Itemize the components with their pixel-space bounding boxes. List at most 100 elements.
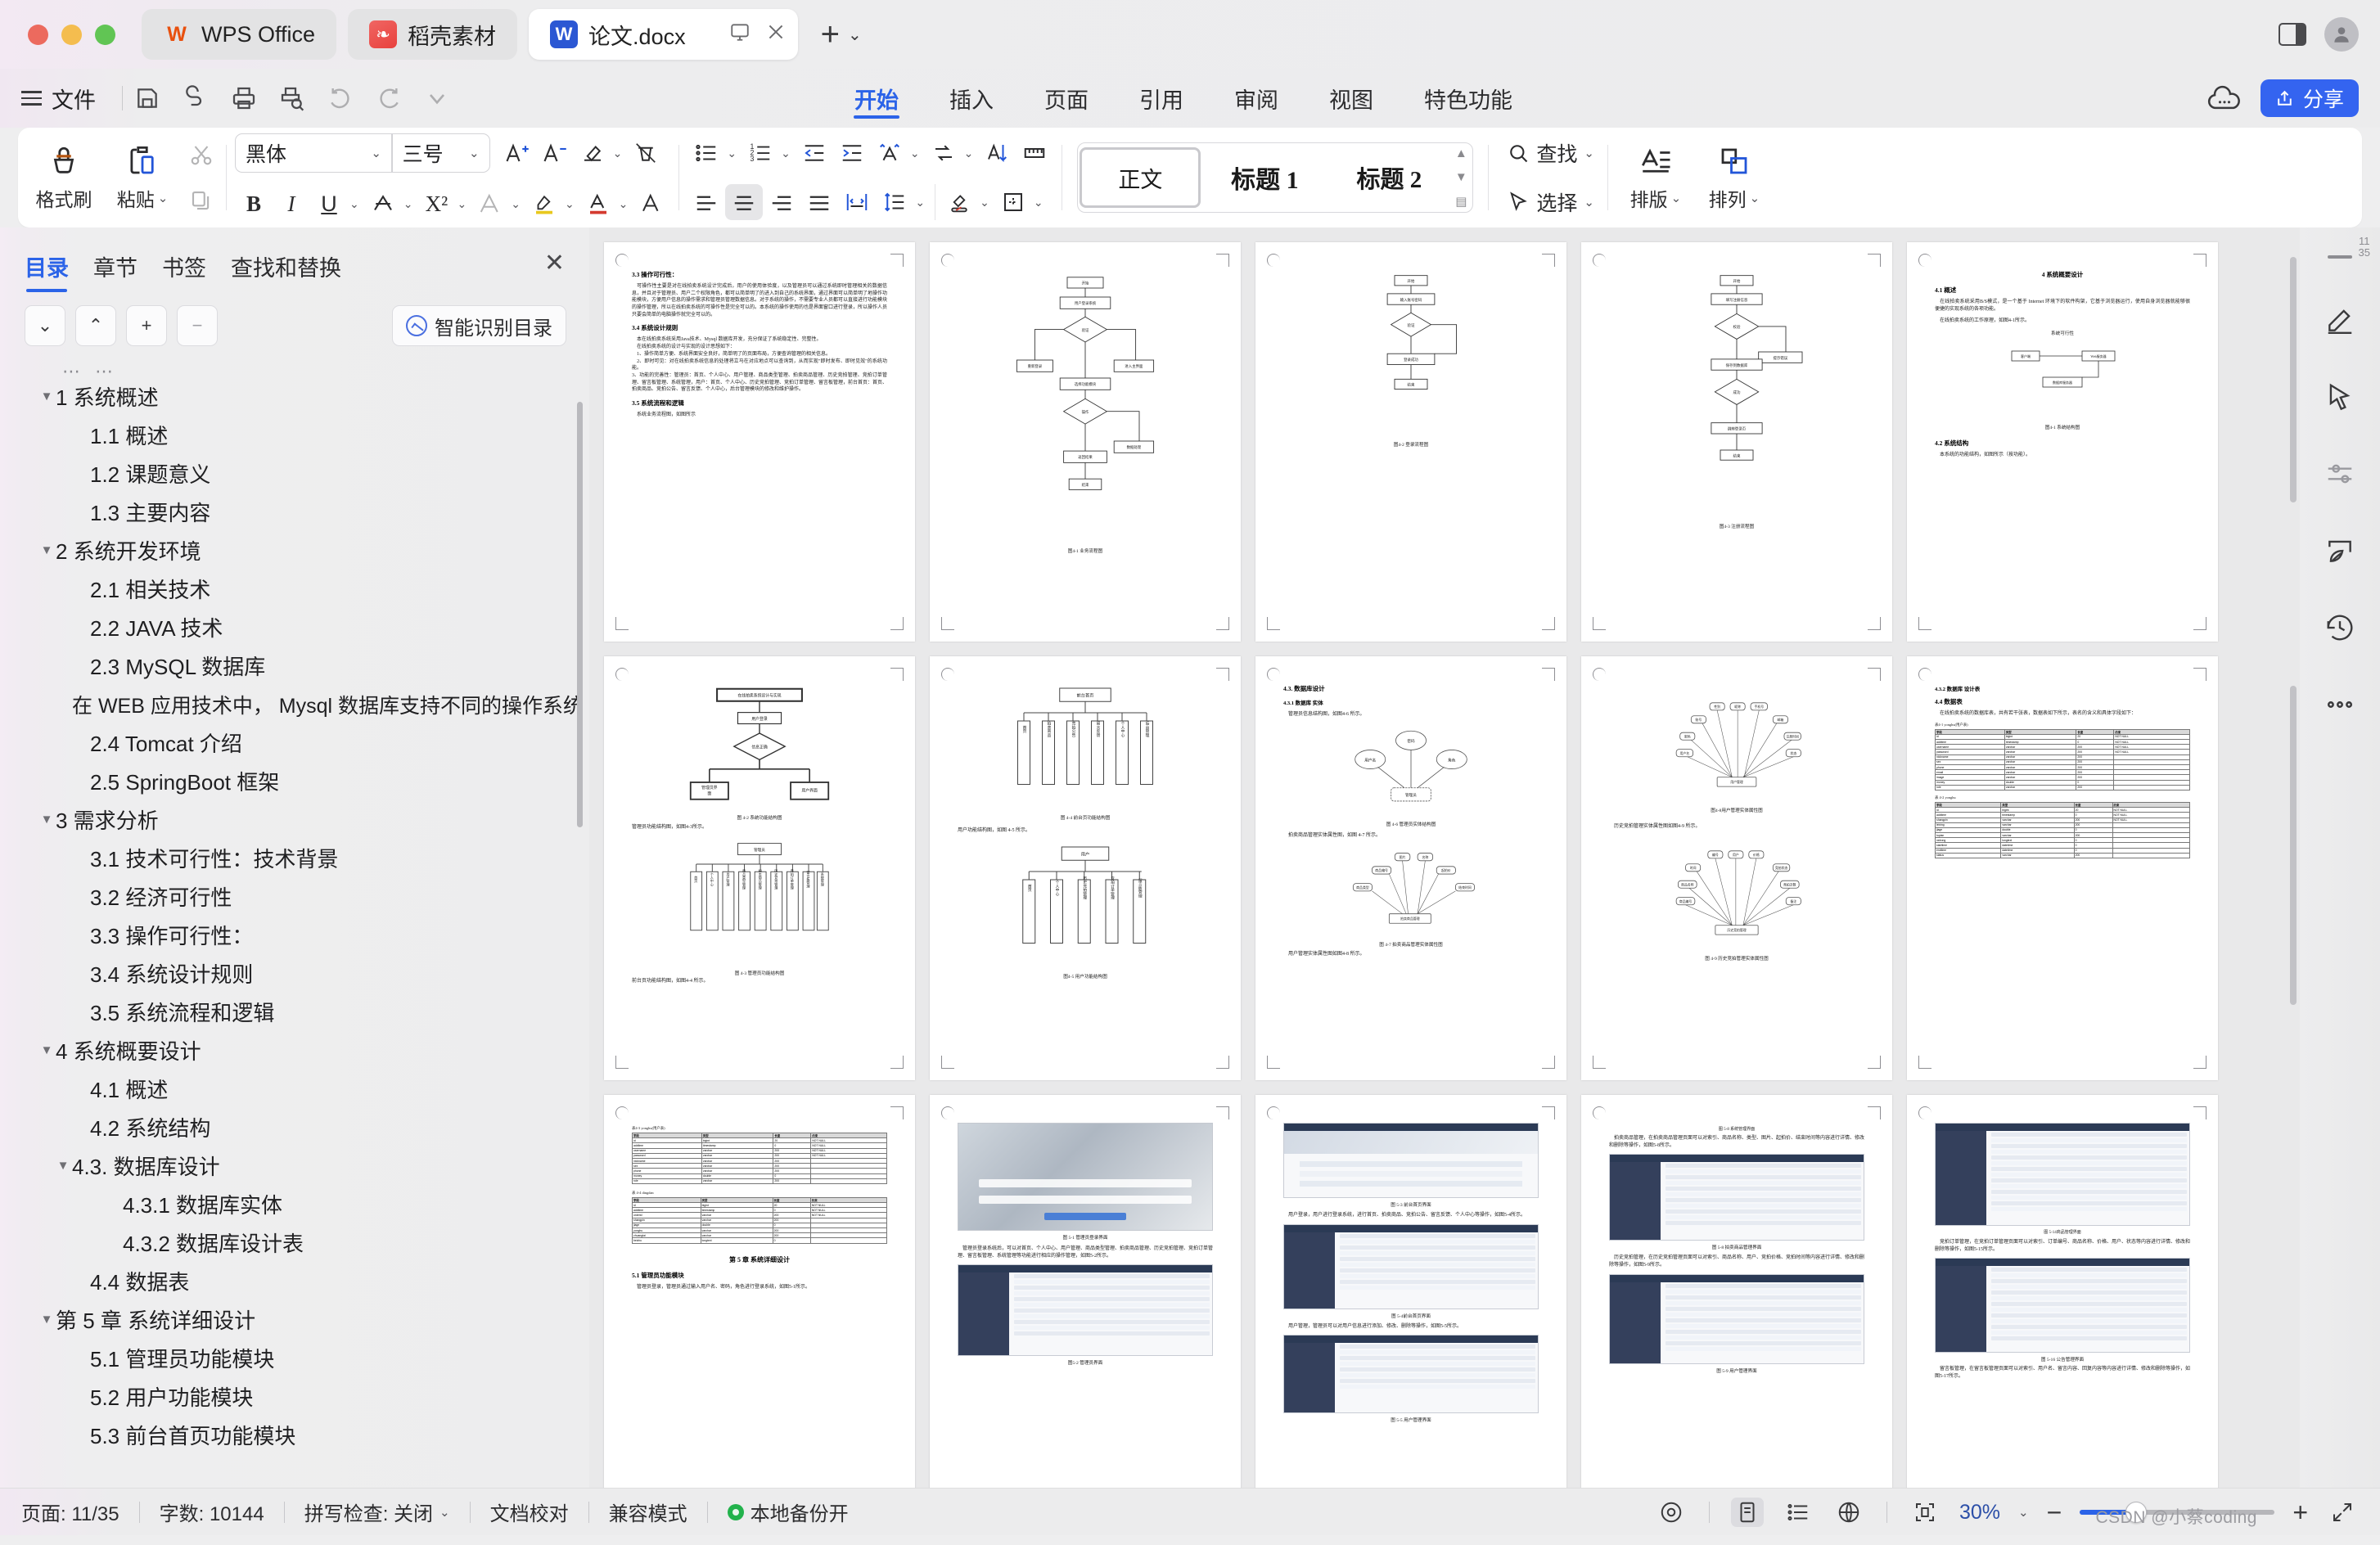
avatar[interactable] <box>2324 17 2359 52</box>
web-view-icon[interactable] <box>1832 1498 1865 1527</box>
toc-item[interactable]: ▼ 4 系统概要设计 <box>0 1031 589 1070</box>
line-spacing-button[interactable] <box>876 184 913 220</box>
chevron-down-icon[interactable]: ▼ <box>38 390 56 403</box>
bullet-list-button[interactable] <box>687 135 725 171</box>
chevron-down-icon[interactable]: ⌄ <box>403 197 413 211</box>
sort-button[interactable] <box>978 135 1016 171</box>
document-page[interactable]: 表4-3 yonghu(用户表) 字段 类型 长度 约束 id bigint 20 NOT … <box>604 1095 915 1488</box>
toc-item[interactable]: 2.2 JAVA 技术 <box>0 608 589 646</box>
toc-item[interactable]: 2.3 MySQL 数据库 <box>0 646 589 685</box>
chevron-down-icon[interactable]: ⌄ <box>619 197 629 211</box>
more-caret-icon[interactable] <box>424 85 450 111</box>
zoom-out-button[interactable]: − <box>2047 1499 2062 1525</box>
page-view-icon[interactable] <box>1731 1498 1764 1527</box>
chevron-down-icon[interactable]: ⌄ <box>1671 191 1682 205</box>
app-tab-docer[interactable]: ❧ 稻壳素材 <box>348 9 518 60</box>
app-tab-document[interactable]: W 论文.docx <box>529 9 798 60</box>
shading-button[interactable] <box>940 184 978 220</box>
clear-formatting-icon[interactable] <box>627 135 665 171</box>
style-heading-1[interactable]: 标题 1 <box>1204 147 1325 208</box>
chevron-down-icon[interactable]: ⌄ <box>349 197 359 211</box>
toc-item[interactable]: 2.5 SpringBoot 框架 <box>0 762 589 800</box>
paste-button[interactable]: 粘贴 ⌄ <box>103 144 182 212</box>
chevron-down-icon[interactable]: ▼ <box>38 813 56 827</box>
cut-icon[interactable] <box>185 138 218 171</box>
chevron-down-icon[interactable]: ⌄ <box>371 146 381 160</box>
toc-item[interactable]: 3.1 技术可行性：技术背景 <box>0 839 589 877</box>
nav-tab-find-replace[interactable]: 查找和替换 <box>231 250 341 294</box>
align-center-button[interactable] <box>725 184 764 220</box>
maximize-window-button[interactable] <box>95 24 115 45</box>
select-button[interactable]: 选择 ⌄ <box>1502 184 1599 220</box>
document-page[interactable]: 图 5-8 系统管理界面 拍卖商品管理，在拍卖商品管理页面可以对索引、商品名称、… <box>1581 1095 1892 1488</box>
app-tab-wps-office[interactable]: W WPS Office <box>142 9 337 60</box>
style-heading-2[interactable]: 标题 2 <box>1328 147 1449 208</box>
toc-item[interactable]: 3.4 系统设计规则 <box>0 954 589 993</box>
window-traffic-lights[interactable] <box>28 24 115 45</box>
font-controls[interactable]: 黑体 ⌄ 三号 ⌄ <box>235 133 490 173</box>
strikethrough-button[interactable] <box>364 186 402 222</box>
arrange-button[interactable]: 排列 ⌄ <box>1695 144 1774 212</box>
pen-highlight-icon[interactable] <box>2321 301 2359 339</box>
focus-eye-icon[interactable] <box>1655 1498 1688 1527</box>
highlight-color-button[interactable] <box>525 186 563 222</box>
ribbon-tab-home[interactable]: 开始 <box>851 69 902 128</box>
italic-button[interactable]: I <box>273 186 310 222</box>
style-normal[interactable]: 正文 <box>1080 147 1201 208</box>
chevron-down-icon[interactable]: ▼ <box>38 543 56 557</box>
chevron-down-icon[interactable]: ⌄ <box>565 197 575 211</box>
document-page[interactable]: 4 系统概要设计 4.1 概述 在线拍卖系统采用B/S模式，是一个基于 Inte… <box>1907 242 2218 642</box>
document-page[interactable]: 3.3 操作可行性： 可操作性主要是对在线拍卖系统设计完成后，用户的使用体验度，… <box>604 242 915 642</box>
text-direction-button[interactable] <box>925 135 962 171</box>
toc-item[interactable]: 1.3 主要内容 <box>0 493 589 531</box>
sliders-icon[interactable] <box>2321 455 2359 493</box>
chevron-down-icon[interactable]: ⌄ <box>727 146 737 160</box>
toc-item[interactable]: 5.3 前台首页功能模块 <box>0 1416 589 1454</box>
toc-item[interactable]: ▼ 3 需求分析 <box>0 800 589 839</box>
document-page[interactable]: 在线拍卖系统设计与实现 用户登录 信息正确 管理员界面 用户界面 图 4-2 系… <box>604 656 915 1080</box>
document-page[interactable]: 开始 输入账号密码 验证 登录成功 结束 图4-2 登录流程图 <box>1255 242 1566 642</box>
increase-font-size-icon[interactable] <box>498 135 536 171</box>
toc-item[interactable]: 1.2 课题意义 <box>0 454 589 493</box>
chevron-down-icon[interactable]: ⌄ <box>158 191 169 205</box>
cloud-status-icon[interactable] <box>2206 83 2243 113</box>
chevron-down-icon[interactable]: ⌄ <box>964 146 974 160</box>
minimize-window-button[interactable] <box>61 24 82 45</box>
borders-button[interactable] <box>994 184 1032 220</box>
toc-item[interactable]: 5.1 管理员功能模块 <box>0 1339 589 1377</box>
save-icon[interactable] <box>134 85 160 111</box>
new-tab-icon[interactable]: + <box>821 18 840 51</box>
print-preview-icon[interactable] <box>279 85 305 111</box>
toc-item[interactable]: ▼ 2 系统开发环境 <box>0 531 589 570</box>
numbered-list-button[interactable]: 123 <box>741 135 779 171</box>
chevron-down-icon[interactable]: ⌄ <box>980 196 989 209</box>
document-page[interactable]: 图 5-1 管理员登录界面 管理员登录系统后，可以对首页、个人中心、用户管理、商… <box>930 1095 1241 1488</box>
chevron-down-icon[interactable]: ⌄ <box>1034 196 1044 209</box>
redo-icon[interactable] <box>376 85 402 111</box>
collapse-toolbar-icon[interactable] <box>2328 255 2352 259</box>
toc-scrollbar[interactable] <box>577 402 583 827</box>
cloud-sync-icon[interactable] <box>183 85 209 111</box>
close-window-button[interactable] <box>28 24 48 45</box>
chevron-down-icon[interactable]: ⌄ <box>457 197 467 211</box>
chevron-down-icon[interactable]: ▼ <box>38 1313 56 1327</box>
text-border-button[interactable] <box>633 186 670 222</box>
chevron-down-icon[interactable]: ▼ <box>38 1043 56 1057</box>
chevron-down-icon[interactable]: ⌄ <box>781 146 791 160</box>
toc-item[interactable]: 3.2 经济可行性 <box>0 877 589 916</box>
copy-icon[interactable] <box>185 184 218 217</box>
toc-item[interactable]: ▼ 第 5 章 系统详细设计 <box>0 1300 589 1339</box>
toc-item[interactable]: 4.2 系统结构 <box>0 1108 589 1146</box>
toc-item[interactable]: ▼ 1 系统概述 <box>0 377 589 416</box>
document-page[interactable]: 开始 用户登录系统 验证 重新登录 进入主界面 选择功能模块 操作 数据处理 返… <box>930 242 1241 642</box>
canvas-scrollbar-thumb[interactable] <box>2290 686 2297 1005</box>
share-button[interactable]: 分享 <box>2260 79 2359 117</box>
print-icon[interactable] <box>231 85 257 111</box>
style-gallery-scrollbar[interactable]: ▲ ▼ ▤ <box>1453 146 1469 209</box>
show-marks-button[interactable] <box>1016 135 1053 171</box>
distribute-button[interactable] <box>838 184 876 220</box>
ribbon-tab-reference[interactable]: 引用 <box>1136 69 1187 128</box>
document-canvas[interactable]: 3.3 操作可行性： 可操作性主要是对在线拍卖系统设计完成后，用户的使用体验度，… <box>589 227 2300 1488</box>
toc-item[interactable]: 3.3 操作可行性： <box>0 916 589 954</box>
toc-item[interactable]: 3.5 系统流程和逻辑 <box>0 993 589 1031</box>
